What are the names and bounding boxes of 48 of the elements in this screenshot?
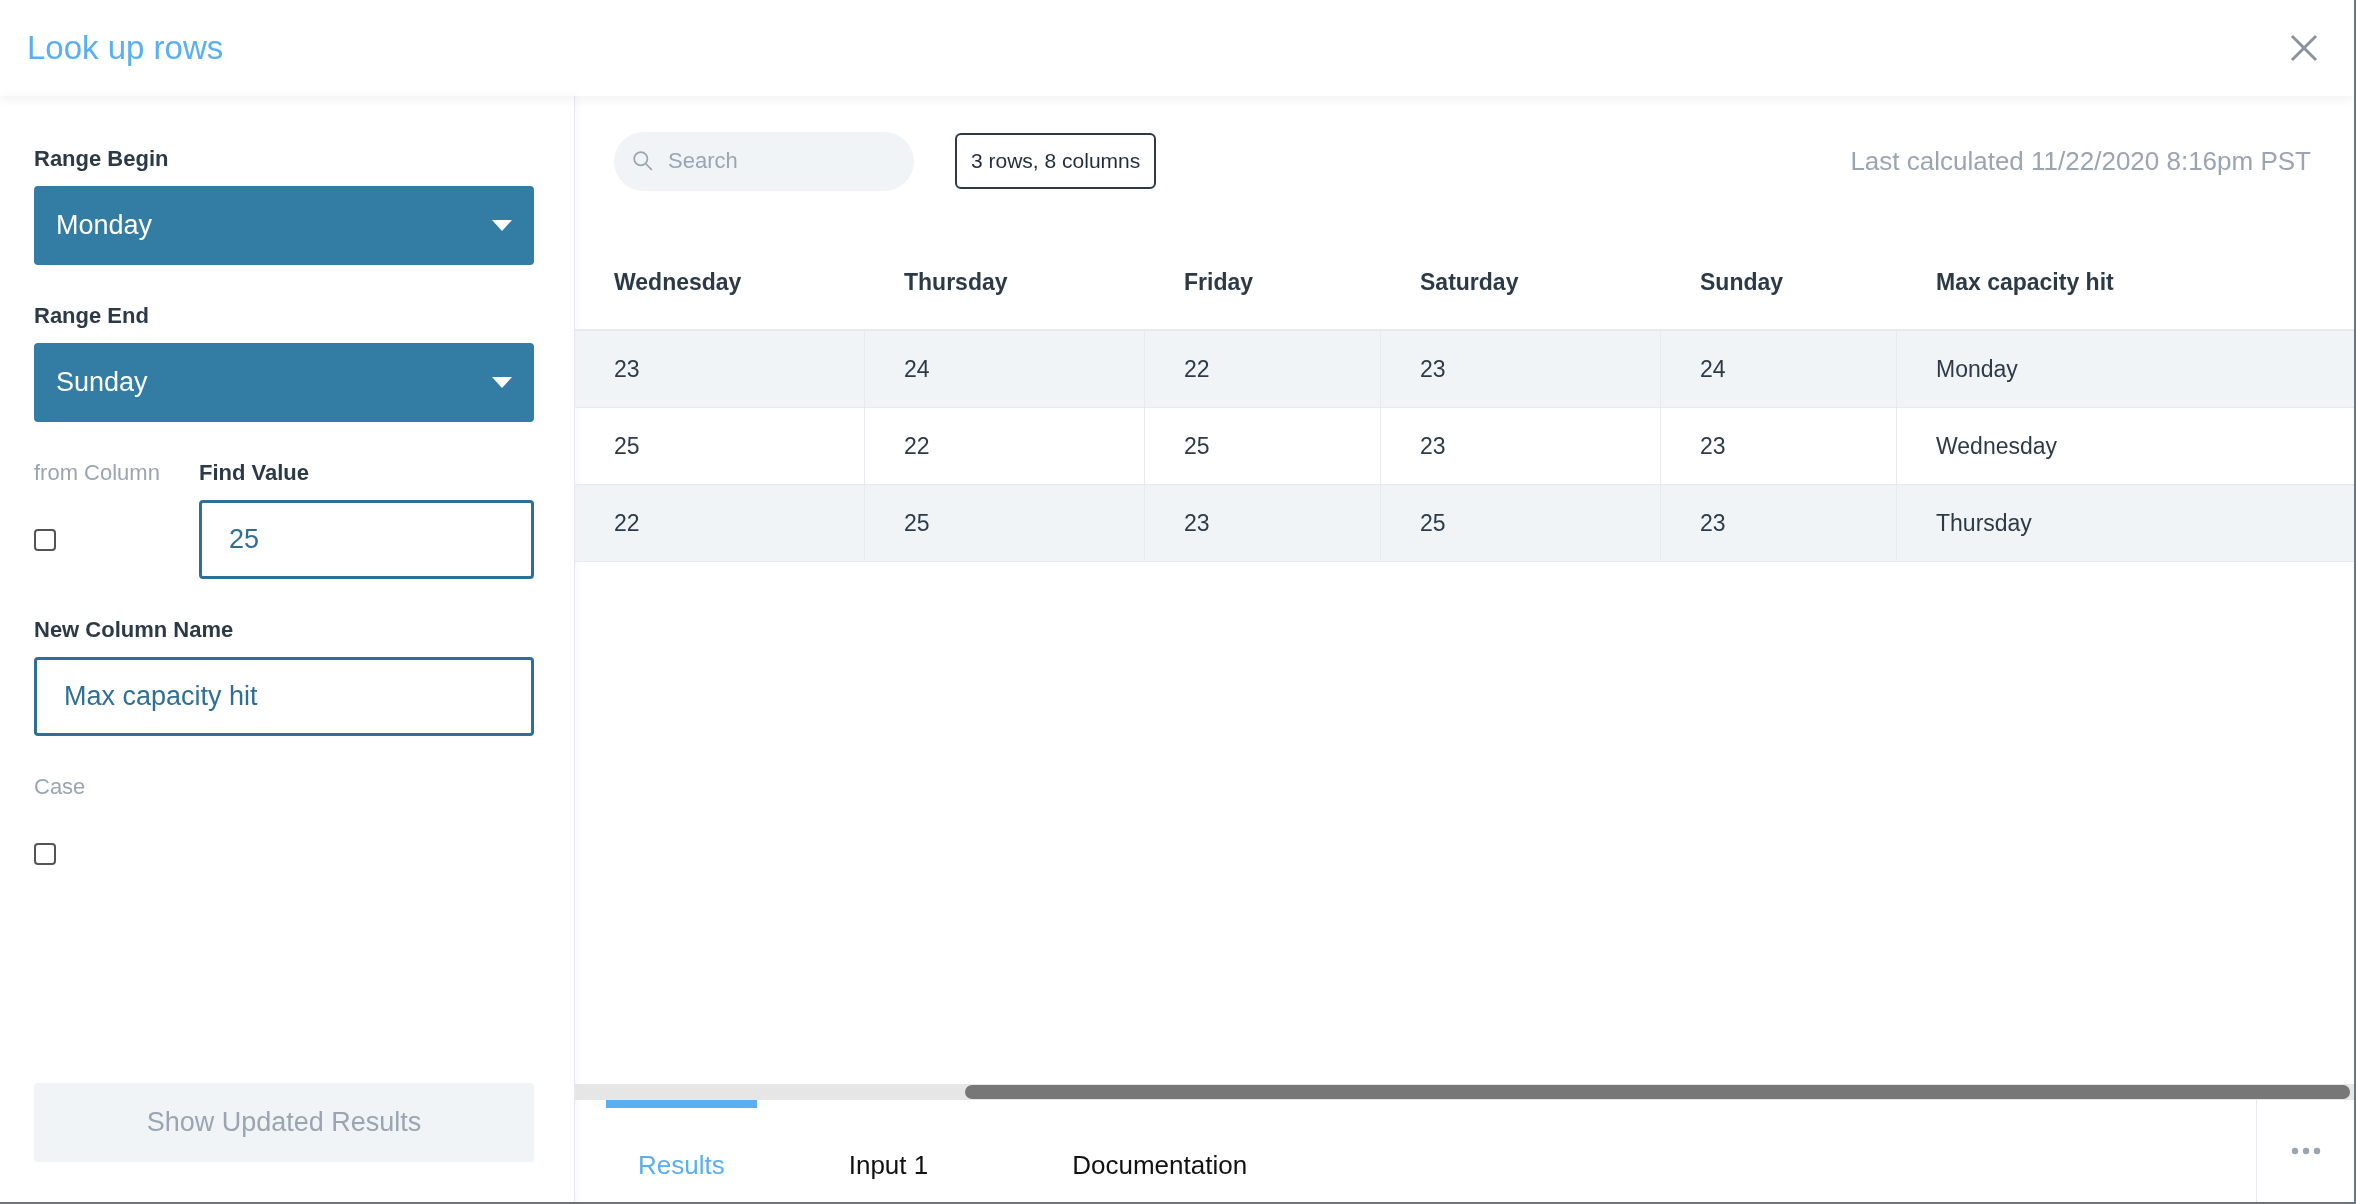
field-label: New Column Name [34,617,234,643]
column-header: Saturday [1419,269,1520,296]
table-cell: Wednesday [1897,408,2354,484]
field-label: Range Begin [34,146,169,172]
range-end-dropdown[interactable]: Sunday [34,343,534,422]
more-icon[interactable] [2290,1147,2321,1155]
caret-icon [492,220,512,231]
table-cell: Thursday [1897,485,2354,561]
tab[interactable]: Input 1 [816,1100,961,1202]
table-cell: 23 [1381,331,1661,407]
horizontal-scrollbar[interactable] [575,1084,2354,1100]
search-field[interactable]: Search [614,131,914,191]
table-cell: 23 [1661,408,1897,484]
caret-icon [492,377,512,388]
close-icon[interactable] [2289,33,2319,63]
column-header: Wednesday [613,269,743,296]
table-cell: Monday [1897,331,2354,407]
table-cell: 23 [1661,485,1897,561]
table-cell: 25 [1381,485,1661,561]
table-cell: 23 [1145,485,1381,561]
table-cell: 23 [1381,408,1661,484]
range-begin-dropdown[interactable]: Monday [34,186,534,265]
column-header: Sunday [1699,269,1785,296]
checkbox[interactable] [34,528,56,551]
table-cell: 25 [1145,408,1381,484]
row-count-badge: 3 rows, 8 columns [955,133,1157,189]
search-icon [632,149,654,172]
column-header: Max capacity hit [1935,269,2115,296]
field-label: Case [34,774,86,800]
table-cell: 23 [575,331,865,407]
table-cell: 22 [1145,331,1381,407]
table-cell: 25 [575,408,865,484]
checkbox[interactable] [34,842,56,865]
table-cell: 22 [575,485,865,561]
table-cell: 22 [865,408,1145,484]
field-label: from Column [34,460,160,486]
field-label: Find Value [199,460,310,486]
column-header: Friday [1183,269,1255,296]
column-header: Thursday [903,269,1009,296]
field-label: Range End [34,303,149,329]
tab[interactable]: Documentation [1040,1100,1280,1202]
table-cell: 24 [1661,331,1897,407]
find-value-field[interactable]: 25 [199,500,534,579]
dialog-title: Look up rows [27,29,224,67]
column-name-field[interactable]: Max capacity hit [34,657,534,736]
table-cell: 25 [865,485,1145,561]
table-cell: 24 [865,331,1145,407]
last-calculated-text: Last calculated 11/22/2020 8:16pm PST [1850,145,2311,177]
